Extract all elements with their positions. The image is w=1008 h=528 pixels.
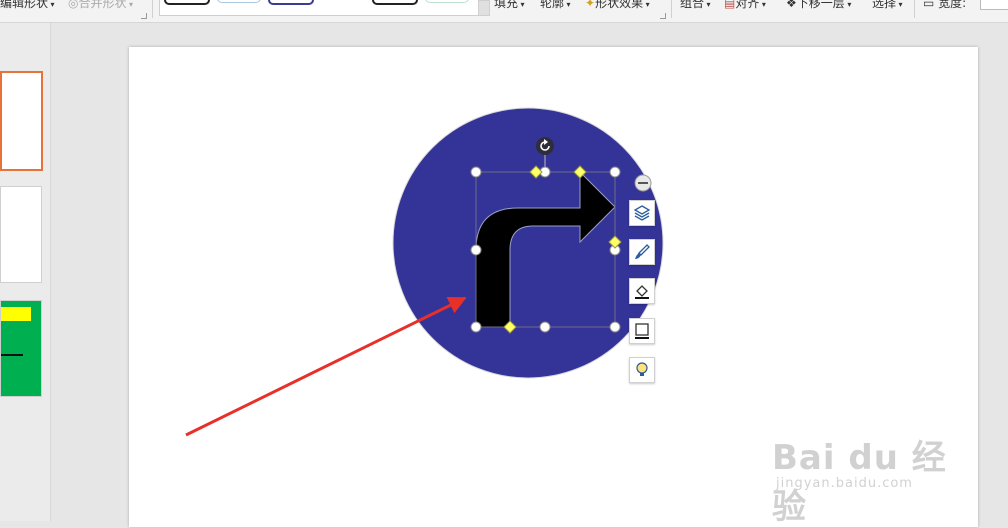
resize-handle-bm[interactable] bbox=[539, 321, 551, 333]
format-painter-button[interactable] bbox=[629, 239, 655, 265]
resize-handle-tr[interactable] bbox=[609, 166, 621, 178]
smart-suggest-button[interactable] bbox=[629, 357, 655, 383]
resize-handle-bl[interactable] bbox=[470, 321, 482, 333]
layers-icon bbox=[633, 205, 651, 221]
fill-icon bbox=[635, 285, 649, 299]
resize-handle-ml[interactable] bbox=[470, 244, 482, 256]
watermark-url: jingyan.baidu.com bbox=[776, 476, 913, 491]
lightbulb-icon bbox=[636, 362, 648, 376]
annotation-arrow bbox=[185, 296, 467, 437]
resize-handle-tl[interactable] bbox=[470, 166, 482, 178]
fill-color-button[interactable] bbox=[629, 278, 655, 304]
resize-handle-br[interactable] bbox=[609, 321, 621, 333]
outline-style-button[interactable] bbox=[629, 318, 655, 344]
rotate-icon[interactable] bbox=[536, 137, 554, 155]
brush-icon bbox=[635, 244, 650, 259]
outline-icon bbox=[635, 323, 649, 339]
baidu-watermark: Bai du 经验 jingyan.baidu.com bbox=[772, 430, 962, 527]
blue-circle-shape[interactable] bbox=[392, 107, 664, 379]
layers-button[interactable] bbox=[629, 200, 655, 226]
